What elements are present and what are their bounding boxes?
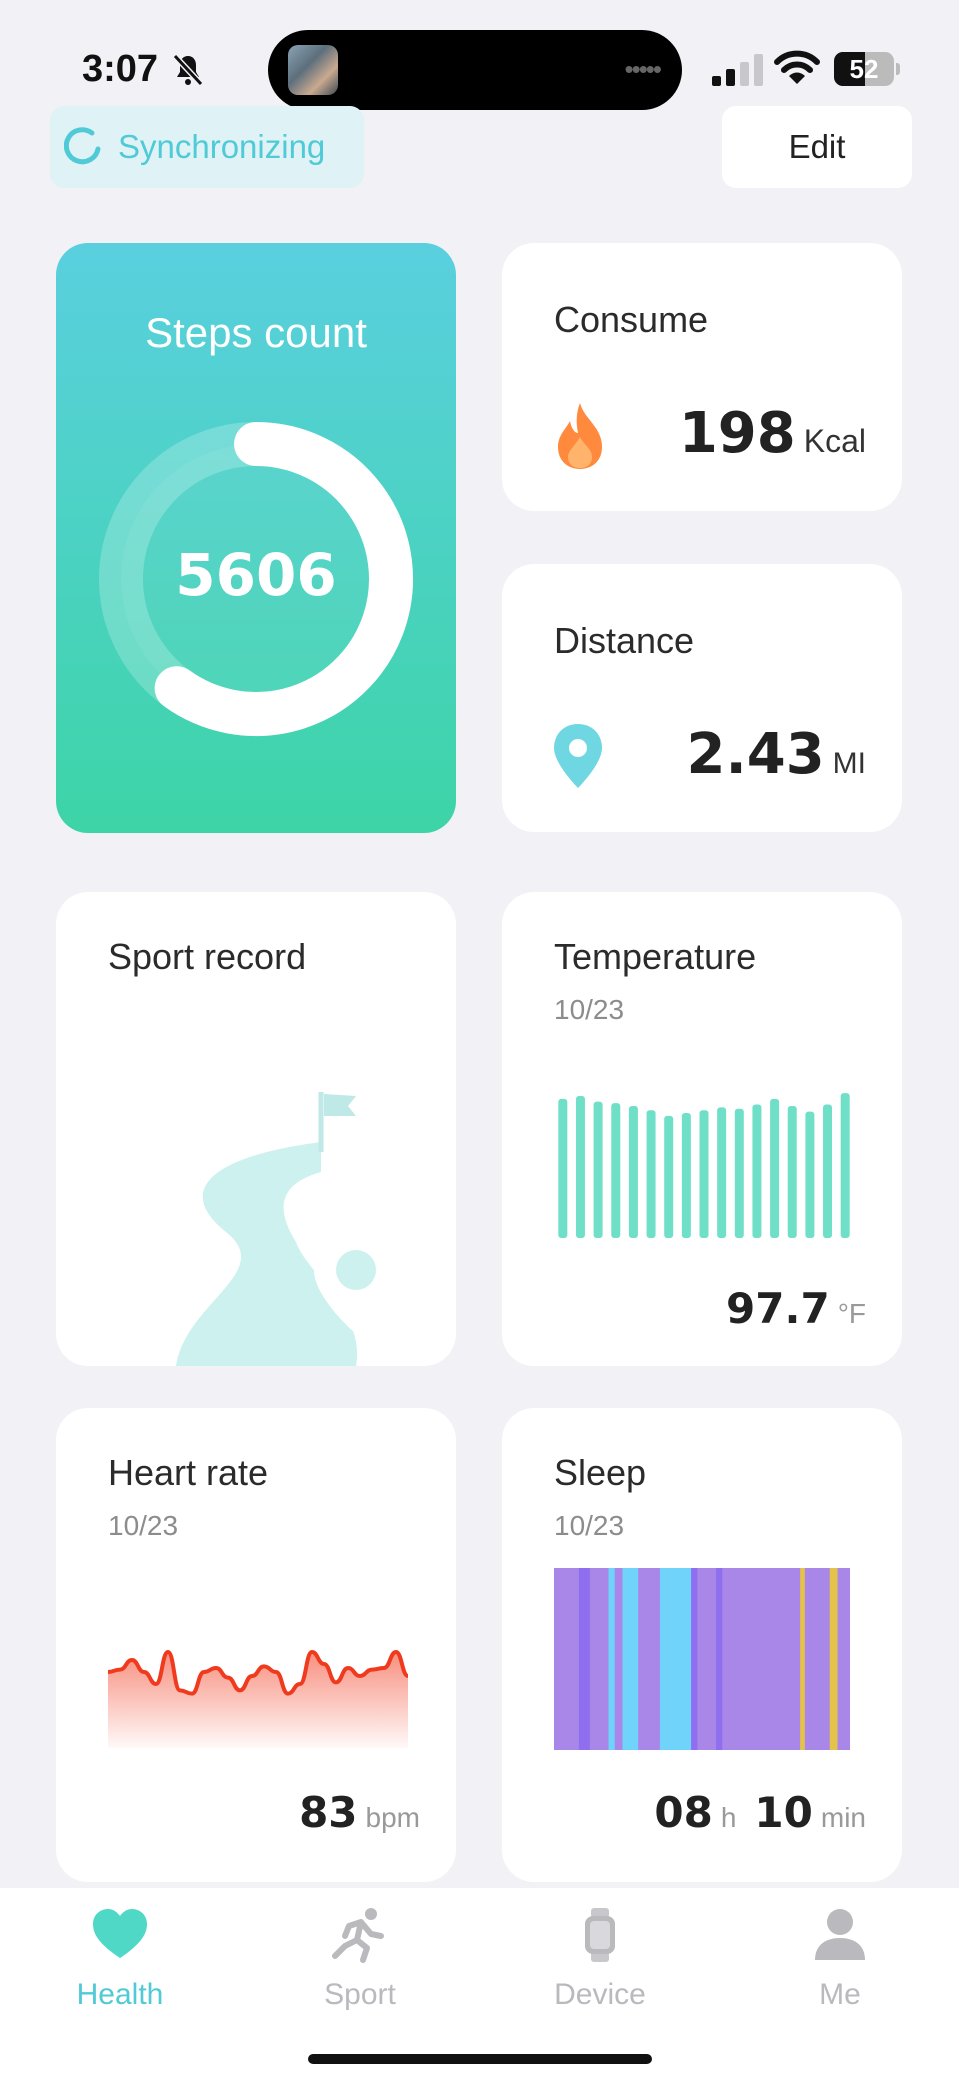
steps-title: Steps count [145, 309, 367, 356]
edit-button[interactable]: Edit [722, 106, 912, 188]
route-illustration [176, 1092, 398, 1366]
steps-value: 5606 [175, 541, 337, 609]
temperature-bar [646, 1110, 656, 1238]
sleep-stage-segment [722, 1568, 801, 1750]
sleep-stage-segment [716, 1568, 723, 1750]
temperature-bar [717, 1107, 727, 1238]
sleep-date: 10/23 [554, 1510, 625, 1541]
waveform-icon: ••••• [624, 54, 661, 84]
temperature-bar [770, 1098, 780, 1238]
temperature-bar [611, 1103, 621, 1238]
heart-rate-area [108, 1652, 408, 1748]
temperature-bar [840, 1093, 850, 1238]
tab-me[interactable]: Me [760, 1906, 920, 2012]
heart-rate-unit: bpm [365, 1802, 420, 1833]
tab-sport[interactable]: Sport [280, 1906, 440, 2012]
temperature-title: Temperature [554, 936, 757, 977]
flame-icon [558, 403, 602, 469]
distance-value: 2.43 [686, 722, 825, 787]
temperature-bar [752, 1104, 762, 1238]
temperature-card[interactable]: Temperature 10/23 97.7 °F [502, 892, 902, 1366]
consume-card[interactable]: Consume 198 Kcal [502, 243, 902, 511]
sleep-stage-segment [697, 1568, 717, 1750]
location-pin-icon [554, 724, 602, 788]
sync-status[interactable]: Synchronizing [50, 106, 364, 188]
temperature-bar [628, 1105, 638, 1238]
sleep-minutes: 10 [754, 1788, 813, 1837]
temperature-bar [699, 1110, 709, 1238]
home-indicator [308, 2054, 652, 2064]
now-playing-thumbnail [288, 45, 338, 95]
person-icon [815, 1909, 865, 1960]
sleep-stage-segment [578, 1568, 591, 1750]
sleep-stage-segment [829, 1568, 839, 1750]
sleep-stage-segment [554, 1568, 580, 1750]
sync-spinner-icon [64, 127, 101, 165]
heart-rate-card[interactable]: Heart rate 10/23 83 bpm [56, 1408, 456, 1882]
distance-card[interactable]: Distance 2.43 MI [502, 564, 902, 832]
heart-rate-title: Heart rate [108, 1452, 269, 1493]
health-dashboard: 3:07 ••••• 52 Synchronizing Edit Steps c… [0, 0, 959, 2084]
steps-card[interactable]: Steps count 5606 [56, 243, 456, 833]
sleep-minutes-unit: min [820, 1802, 866, 1833]
sync-label: Synchronizing [118, 128, 326, 165]
cellular-signal-icon [712, 54, 763, 86]
sleep-stages-chart [554, 1568, 850, 1750]
tab-health-label: Health [76, 1978, 164, 2011]
consume-title: Consume [554, 299, 709, 340]
temperature-date: 10/23 [554, 994, 625, 1025]
temperature-bar [681, 1113, 691, 1238]
sleep-stage-segment [837, 1568, 850, 1750]
tab-device-label: Device [554, 1978, 646, 2011]
temperature-value: 97.7 [726, 1284, 830, 1333]
temperature-bars [558, 1093, 850, 1238]
temperature-bar [664, 1115, 674, 1238]
temperature-bar [558, 1098, 568, 1238]
bell-muted-icon [172, 53, 204, 87]
temperature-unit: °F [837, 1298, 866, 1329]
heart-rate-value: 83 [299, 1788, 358, 1837]
sleep-stage-segment [608, 1568, 616, 1750]
distance-unit: MI [832, 747, 866, 780]
sleep-stage-segment [589, 1568, 610, 1750]
tab-device[interactable]: Device [520, 1906, 680, 2012]
temperature-bar [787, 1105, 797, 1238]
sleep-stage-segment [622, 1568, 639, 1750]
sleep-hours-unit: h [720, 1802, 737, 1833]
sleep-card[interactable]: Sleep 10/23 08 h 10 min [502, 1408, 902, 1882]
sleep-hours: 08 [654, 1788, 713, 1837]
heart-rate-chart [108, 1650, 408, 1748]
temperature-bar [823, 1104, 833, 1238]
sleep-stage-segment [804, 1568, 831, 1750]
sleep-stage-segment [614, 1568, 624, 1750]
dynamic-island: ••••• [268, 30, 682, 110]
tab-health[interactable]: Health [40, 1906, 200, 2012]
sleep-stage-segment [800, 1568, 806, 1750]
distance-title: Distance [554, 620, 695, 661]
heart-icon [93, 1909, 147, 1958]
sleep-stage-segment [638, 1568, 661, 1750]
consume-value: 198 [678, 401, 796, 466]
battery-level: 52 [849, 54, 879, 84]
temperature-bar [734, 1108, 744, 1238]
heart-rate-date: 10/23 [108, 1510, 179, 1541]
tab-me-label: Me [819, 1978, 861, 2011]
sleep-title: Sleep [554, 1452, 647, 1493]
sleep-stage-segment [659, 1568, 692, 1750]
consume-unit: Kcal [803, 423, 866, 459]
temperature-bar [805, 1111, 815, 1238]
wifi-icon [774, 50, 820, 84]
temperature-bar [575, 1096, 585, 1238]
watch-icon [585, 1908, 615, 1962]
sleep-stage-segment [691, 1568, 698, 1750]
tab-sport-label: Sport [324, 1978, 396, 2011]
status-time: 3:07 [82, 48, 159, 90]
sport-record-title: Sport record [108, 936, 307, 977]
sport-record-card[interactable]: Sport record [56, 892, 456, 1366]
battery-indicator: 52 [834, 52, 900, 86]
temperature-bar [593, 1101, 603, 1238]
runner-icon [332, 1908, 384, 1963]
